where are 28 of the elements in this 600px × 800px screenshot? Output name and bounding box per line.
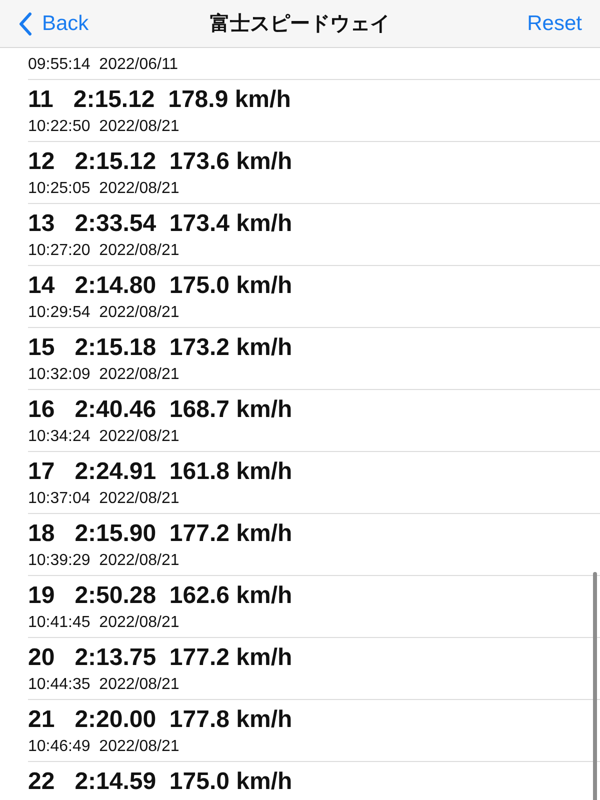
lap-timestamp: 10:25:05 2022/08/21 — [28, 179, 180, 199]
lap-result: 21 2:20.00 177.8 km/h — [28, 705, 294, 735]
lap-result: 15 2:15.18 173.2 km/h — [28, 333, 294, 363]
lap-result: 11 2:15.12 178.9 km/h — [28, 85, 292, 115]
lap-result: 13 2:33.54 173.4 km/h — [28, 209, 294, 239]
lap-timestamp: 10:29:54 2022/08/21 — [28, 303, 180, 323]
lap-timestamp: 10:32:09 2022/08/21 — [28, 365, 180, 385]
lap-timestamp: 09:55:14 2022/06/11 — [28, 55, 180, 75]
reset-button[interactable]: Reset — [527, 12, 582, 36]
lap-timestamp: 10:37:04 2022/08/21 — [28, 489, 180, 509]
lap-result: 20 2:13.75 177.2 km/h — [28, 643, 294, 673]
lap-result: 14 2:14.80 175.0 km/h — [28, 271, 294, 301]
lap-timestamp: 10:27:20 2022/08/21 — [28, 241, 180, 261]
lap-result: 12 2:15.12 173.6 km/h — [28, 147, 294, 177]
lap-result: 17 2:24.91 161.8 km/h — [28, 457, 294, 487]
lap-result: 18 2:15.90 177.2 km/h — [28, 519, 294, 549]
lap-timestamp: 10:44:35 2022/08/21 — [28, 675, 180, 695]
lap-result: 16 2:40.46 168.7 km/h — [28, 395, 294, 425]
lap-result: 22 2:14.59 175.0 km/h — [28, 767, 294, 797]
lap-timestamp: 10:41:45 2022/08/21 — [28, 613, 180, 633]
screen-title: 富士スピードウェイ — [210, 12, 390, 37]
lap-timestamp: 10:34:24 2022/08/21 — [28, 427, 180, 447]
lap-timestamp: 10:22:50 2022/08/21 — [28, 117, 180, 137]
lap-result: 19 2:50.28 162.6 km/h — [28, 581, 294, 611]
back-button[interactable]: Back — [18, 12, 89, 36]
back-chevron-icon — [18, 12, 32, 36]
lap-timestamp: 10:46:49 2022/08/21 — [28, 737, 180, 757]
lap-timestamp: 10:39:29 2022/08/21 — [28, 551, 180, 571]
